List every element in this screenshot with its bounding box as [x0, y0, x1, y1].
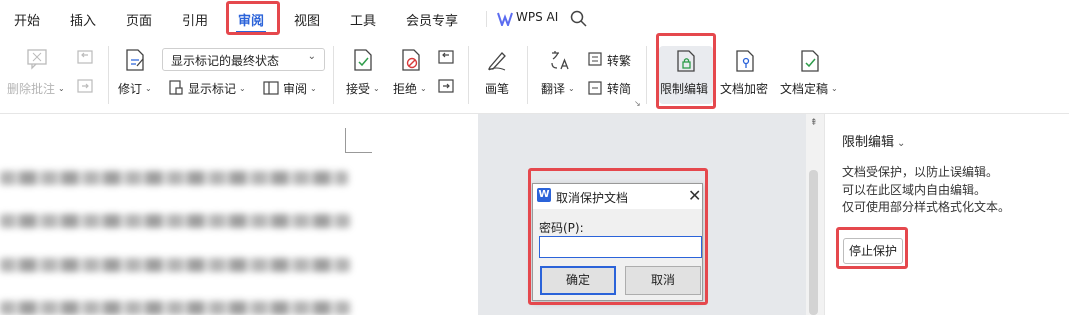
blurred-text-line: [0, 214, 350, 228]
panel-text-styles: 仅可使用部分样式格式化文本。: [842, 200, 1011, 214]
password-input[interactable]: [539, 236, 702, 258]
blurred-text-line: [0, 258, 350, 272]
page-corner-mark: [345, 152, 372, 153]
revise-button[interactable]: 修订 ⌄: [118, 80, 152, 97]
blurred-text-line: [0, 171, 348, 185]
pen-button[interactable]: 画笔: [485, 80, 509, 97]
doc-encrypt-button[interactable]: 文档加密: [720, 80, 768, 97]
accept-icon: [352, 48, 374, 75]
reject-icon: [400, 48, 422, 75]
review-pane-icon: [263, 80, 279, 99]
close-icon[interactable]: ✕: [688, 186, 701, 205]
to-traditional-button[interactable]: 转繁: [607, 52, 631, 69]
panel-title[interactable]: 限制编辑 ⌄: [842, 131, 905, 150]
blurred-text-line: [0, 301, 350, 315]
ribbon-separator: [527, 46, 528, 104]
menu-reference[interactable]: 引用: [182, 10, 208, 29]
next-comment-icon[interactable]: [76, 78, 94, 99]
menu-review[interactable]: 审阅: [238, 10, 264, 29]
show-markup-icon: [168, 80, 184, 99]
scroll-top-icon[interactable]: ⇞: [810, 118, 818, 128]
panel-text-editable: 可以在此区域内自由编辑。: [842, 183, 987, 197]
menu-member[interactable]: 会员专享: [406, 10, 458, 29]
ribbon: [0, 38, 1069, 114]
to-simplified-button[interactable]: 转简: [607, 80, 631, 97]
accept-button[interactable]: 接受 ⌄: [346, 80, 380, 97]
stop-protection-button[interactable]: 停止保护: [843, 238, 903, 264]
group-expand-icon[interactable]: ↘: [634, 99, 641, 108]
dialog-title: 取消保护文档: [556, 191, 629, 205]
next-change-icon[interactable]: [437, 78, 455, 99]
to-traditional-icon: [587, 51, 603, 70]
lock-document-icon: [675, 49, 697, 76]
password-label: 密码(P):: [539, 221, 584, 235]
wps-ai-icon: [497, 12, 513, 29]
menu-separator: [486, 11, 487, 27]
ribbon-separator: [333, 46, 334, 104]
pen-icon: [486, 49, 508, 74]
delete-comment-button[interactable]: 删除批注 ⌄: [7, 80, 65, 97]
ribbon-separator: [108, 46, 109, 104]
translate-button[interactable]: 翻译 ⌄: [541, 80, 575, 97]
encrypt-document-icon: [734, 49, 756, 76]
menu-view[interactable]: 视图: [294, 10, 320, 29]
revise-icon: [124, 48, 146, 75]
search-icon[interactable]: [570, 10, 587, 30]
cancel-button[interactable]: 取消: [625, 266, 701, 295]
restrict-edit-button[interactable]: 限制编辑: [660, 80, 708, 97]
scrollbar-thumb[interactable]: [809, 170, 818, 315]
finalize-document-icon: [799, 49, 821, 76]
review-pane-button[interactable]: 审阅 ⌄: [283, 80, 317, 97]
markup-mode-select[interactable]: 显示标记的最终状态 ⌄: [162, 48, 325, 71]
prev-change-icon[interactable]: [437, 49, 455, 70]
ribbon-separator: [646, 46, 647, 104]
menu-insert[interactable]: 插入: [70, 10, 96, 29]
prev-comment-icon[interactable]: [76, 49, 94, 70]
wps-writer-icon: W: [537, 188, 551, 202]
translate-icon: [549, 49, 571, 74]
ribbon-separator: [468, 46, 469, 104]
panel-text-protected: 文档受保护，以防止误编辑。: [842, 165, 999, 179]
doc-finalize-button[interactable]: 文档定稿 ⌄: [780, 80, 838, 97]
to-simplified-icon: [587, 80, 603, 99]
menu-page[interactable]: 页面: [126, 10, 152, 29]
page-corner-mark: [345, 128, 346, 152]
wps-ai-button[interactable]: WPS AI: [516, 10, 558, 24]
menu-bar: 开始 插入 页面 引用 审阅 视图 工具 会员专享 WPS AI: [0, 0, 1069, 38]
delete-comment-icon: [26, 48, 48, 73]
menu-home[interactable]: 开始: [14, 10, 40, 29]
ok-button[interactable]: 确定: [540, 266, 616, 295]
show-markup-button[interactable]: 显示标记 ⌄: [188, 80, 246, 97]
active-tab-indicator: [236, 31, 266, 33]
menu-tools[interactable]: 工具: [350, 10, 376, 29]
reject-button[interactable]: 拒绝 ⌄: [393, 80, 427, 97]
